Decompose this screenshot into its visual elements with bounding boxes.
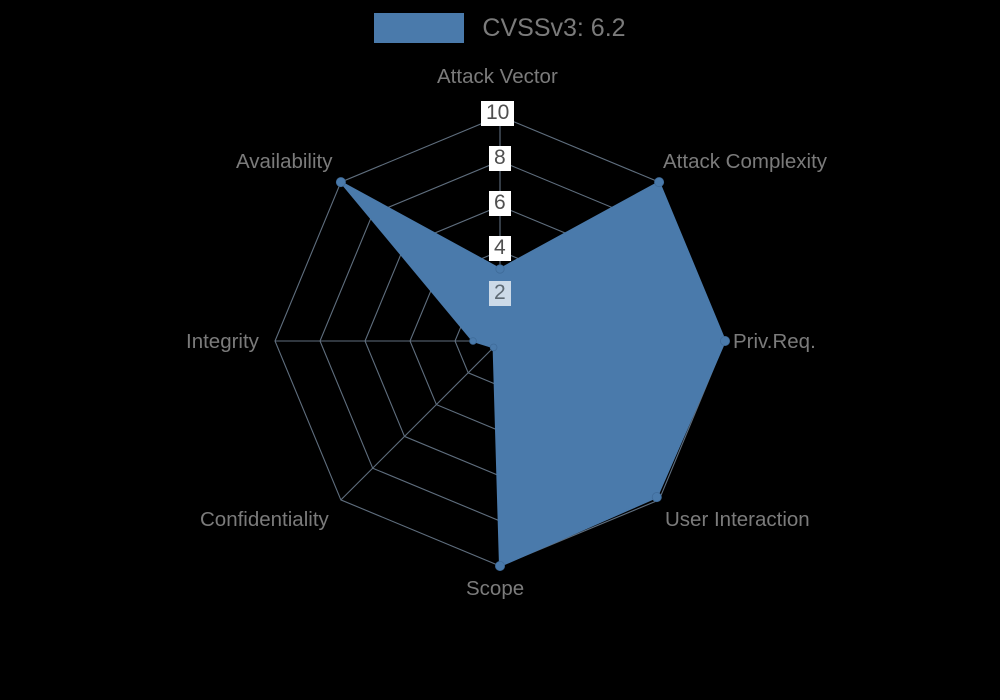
legend-label: CVSSv3: 6.2 [482,13,626,42]
chart-canvas: CVSSv3: 6.2 Attack Vector Attack Complex… [0,0,1000,700]
vertex-attack-vector [495,264,505,274]
axis-label-priv-req: Priv.Req. [733,330,816,353]
vertex-integrity [469,337,477,345]
tick-label-6: 6 [489,191,511,217]
tick-label-2: 2 [489,281,511,307]
tick-label-10: 10 [481,101,515,127]
axis-label-attack-complexity: Attack Complexity [663,150,828,173]
vertex-confidentiality [489,343,498,352]
axis-label-confidentiality: Confidentiality [200,508,329,531]
tick-label-4: 4 [489,236,511,262]
axis-label-integrity: Integrity [186,330,259,353]
axis-label-attack-vector: Attack Vector [437,65,558,88]
vertex-attack-complexity [654,177,665,188]
axis-label-user-interaction: User Interaction [665,508,810,531]
vertex-priv-req [720,335,731,346]
legend-swatch [374,13,465,43]
vertex-availability [335,177,346,188]
vertex-scope [494,561,505,572]
axis-label-availability: Availability [236,150,333,173]
tick-label-8: 8 [489,146,511,172]
axis-label-scope: Scope [466,577,525,600]
vertex-user-interaction [651,492,662,503]
legend: CVSSv3: 6.2 [0,0,1000,56]
